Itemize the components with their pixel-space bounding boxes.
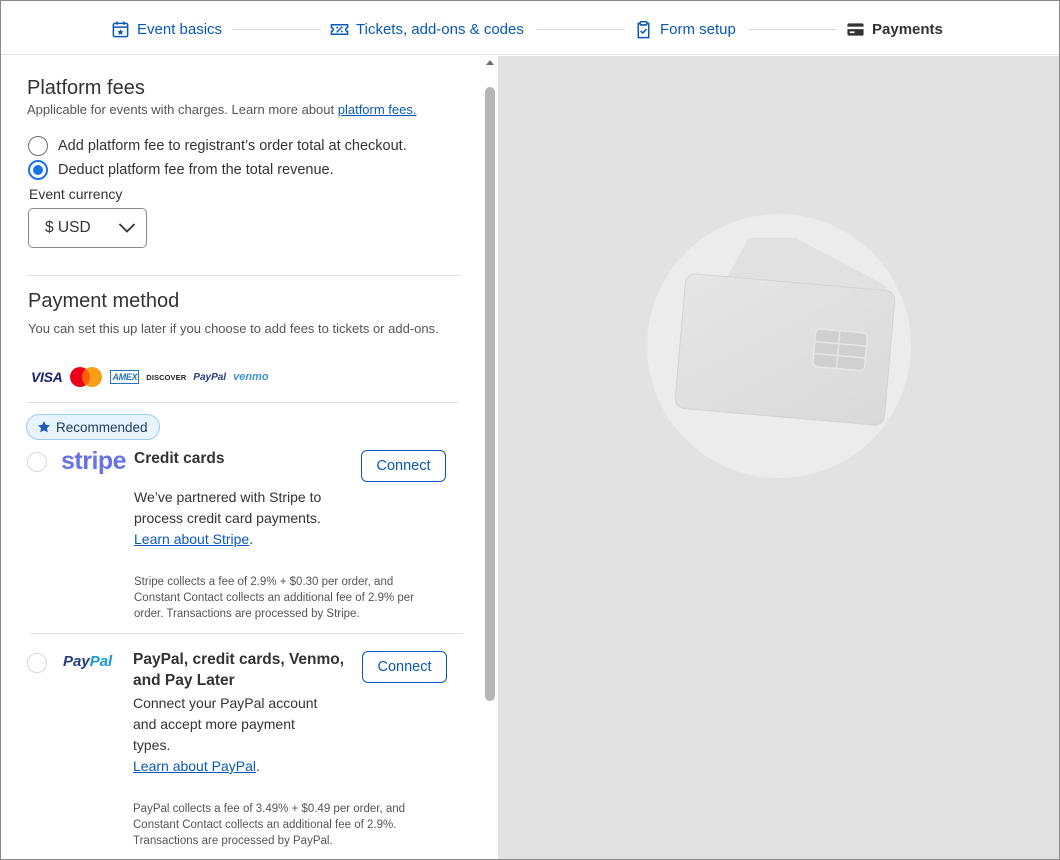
preview-pane <box>498 56 1059 859</box>
scroll-up-arrow-icon[interactable] <box>486 60 494 65</box>
star-icon <box>37 421 51 433</box>
paypal-logo-a: Pay <box>63 653 90 670</box>
step-connector <box>233 29 321 30</box>
learn-stripe-link[interactable]: Learn about Stripe <box>134 531 249 547</box>
step-payments[interactable]: Payments <box>846 19 943 39</box>
stripe-connect-button[interactable]: Connect <box>361 450 446 482</box>
recommended-badge: Recommended <box>26 414 160 440</box>
radio-deduct-fee[interactable] <box>28 160 48 180</box>
link-suffix: . <box>255 758 260 774</box>
venmo-logo: venmo <box>233 371 269 383</box>
subtitle-text: Applicable for events with charges. Lear… <box>27 102 338 117</box>
fine-line: order. Transactions are processed by Str… <box>134 608 360 620</box>
card-logos: VISA AMEX DISCOVER PayPal venmo <box>31 366 269 388</box>
paypal-fee-note: PayPal collects a fee of 3.49% + $0.49 p… <box>133 801 405 849</box>
stripe-description: We’ve partnered with Stripe to process c… <box>134 487 321 550</box>
clipboard-check-icon <box>637 20 650 38</box>
settings-panel: Platform fees Applicable for events with… <box>2 56 498 859</box>
badge-label: Recommended <box>56 419 148 435</box>
step-connector <box>749 29 837 30</box>
scrollbar-thumb[interactable] <box>485 87 495 701</box>
platform-fees-link[interactable]: platform fees. <box>338 102 417 117</box>
payment-method-title: Payment method <box>28 290 180 312</box>
desc-line: Learn about Stripe. <box>134 529 321 550</box>
stripe-logo: stripe <box>61 447 127 475</box>
section-divider <box>27 275 460 276</box>
app-window: Event basics Tickets, add-ons & codes Fo… <box>0 0 1060 860</box>
progress-stepper: Event basics Tickets, add-ons & codes Fo… <box>1 1 1059 55</box>
mastercard-logo <box>70 367 103 387</box>
fee-option-label: Deduct platform fee from the total reven… <box>58 162 334 178</box>
paypal-description: Connect your PayPal account and accept m… <box>133 693 317 777</box>
credit-card-illustration-icon <box>674 238 896 426</box>
ticket-icon <box>330 23 349 35</box>
chevron-down-icon <box>118 223 136 233</box>
radio-stripe[interactable] <box>27 452 47 472</box>
title-line: PayPal, credit cards, Venmo, <box>133 651 345 668</box>
visa-logo: VISA <box>31 369 63 385</box>
discover-logo: DISCOVER <box>146 372 187 382</box>
fine-line: Stripe collects a fee of 2.9% + $0.30 pe… <box>134 576 394 588</box>
paypal-logo: PayPal <box>63 653 112 670</box>
currency-value: $ USD <box>45 219 91 236</box>
desc-line: process credit card payments. <box>134 510 321 526</box>
paypal-title: PayPal, credit cards, Venmo, and Pay Lat… <box>133 649 344 691</box>
step-form-setup[interactable]: Form setup <box>634 19 736 39</box>
desc-line: types. <box>133 737 171 753</box>
currency-label: Event currency <box>29 186 123 202</box>
fee-option-deduct[interactable]: Deduct platform fee from the total reven… <box>28 160 334 180</box>
link-suffix: . <box>249 531 254 547</box>
fine-line: Constant Contact collects an additional … <box>134 592 415 604</box>
step-label: Event basics <box>137 20 223 38</box>
platform-fees-subtitle: Applicable for events with charges. Lear… <box>27 102 417 117</box>
amex-logo: AMEX <box>110 370 140 384</box>
radio-paypal[interactable] <box>27 653 47 673</box>
step-label: Payments <box>872 20 943 38</box>
desc-line: We’ve partnered with Stripe to <box>134 489 322 505</box>
step-event-basics[interactable]: Event basics <box>111 19 222 39</box>
desc-line: and accept more payment <box>133 716 295 732</box>
step-label: Form setup <box>660 20 736 38</box>
card-icon <box>847 22 864 36</box>
desc-line: Connect your PayPal account <box>133 695 318 711</box>
payment-method-subtitle: You can set this up later if you choose … <box>28 321 439 336</box>
step-tickets[interactable]: Tickets, add-ons & codes <box>330 19 524 39</box>
fine-line: Transactions are processed by PayPal. <box>133 835 333 847</box>
currency-select[interactable]: $ USD <box>28 208 147 248</box>
paypal-small-logo: PayPal <box>193 371 227 383</box>
stripe-title: Credit cards <box>134 450 225 467</box>
fee-option-label: Add platform fee to registrant’s order t… <box>58 138 407 154</box>
step-label: Tickets, add-ons & codes <box>356 20 524 38</box>
fine-line: PayPal collects a fee of 3.49% + $0.49 p… <box>133 803 406 815</box>
step-connector <box>537 29 625 30</box>
calendar-star-icon <box>112 20 129 37</box>
learn-paypal-link[interactable]: Learn about PayPal <box>133 758 256 774</box>
section-divider <box>27 402 458 403</box>
stripe-fee-note: Stripe collects a fee of 2.9% + $0.30 pe… <box>134 574 414 622</box>
radio-add-fee[interactable] <box>28 136 48 156</box>
section-divider <box>30 633 463 634</box>
fee-option-add[interactable]: Add platform fee to registrant’s order t… <box>28 136 407 156</box>
title-line: and Pay Later <box>133 672 235 689</box>
fine-line: Constant Contact collects an additional … <box>133 819 397 831</box>
paypal-connect-button[interactable]: Connect <box>362 651 447 683</box>
paypal-logo-b: Pal <box>89 653 113 670</box>
desc-line: Learn about PayPal. <box>133 756 317 777</box>
platform-fees-title: Platform fees <box>27 77 145 99</box>
